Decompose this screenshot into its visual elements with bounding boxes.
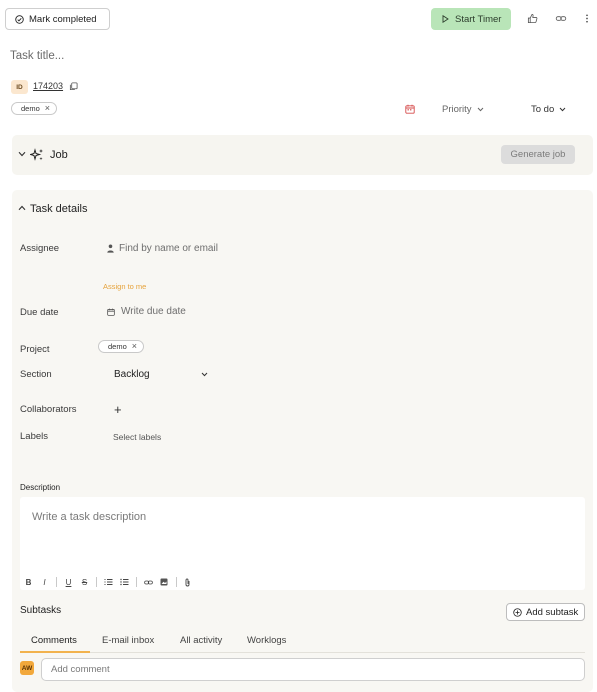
generate-job-button[interactable]: Generate job (501, 145, 575, 164)
description-label: Description (20, 483, 61, 492)
toolbar-divider (56, 577, 57, 587)
start-timer-button[interactable]: Start Timer (431, 8, 511, 30)
thumbs-up-icon[interactable] (527, 13, 539, 25)
ordered-list-icon[interactable] (104, 578, 113, 586)
job-heading: Job (50, 149, 68, 161)
tag-chip[interactable]: demo × (11, 102, 58, 115)
user-icon (107, 244, 114, 253)
status-label: To do (531, 104, 555, 115)
assign-to-me-link[interactable]: Assign to me (103, 282, 146, 291)
task-title-input[interactable]: Task title... (10, 50, 64, 62)
status-select[interactable]: To do (531, 104, 566, 115)
more-vertical-icon[interactable] (584, 13, 596, 25)
calendar-icon (107, 308, 115, 316)
priority-label: Priority (442, 104, 472, 115)
project-label: Project (20, 344, 50, 355)
project-chip[interactable]: demo × (98, 340, 145, 353)
activity-tabs: Comments E-mail inbox All activity Workl… (20, 629, 585, 653)
start-timer-label: Start Timer (455, 13, 502, 25)
add-collaborator-button[interactable]: + (114, 402, 122, 417)
sparkles-icon (30, 148, 44, 162)
tab-comments[interactable]: Comments (31, 635, 77, 646)
calendar-icon[interactable] (405, 104, 416, 115)
priority-select[interactable]: Priority (442, 104, 484, 115)
remove-project-icon[interactable]: × (132, 342, 137, 351)
assignee-label: Assignee (20, 243, 60, 254)
strikethrough-button[interactable]: S (80, 578, 89, 587)
bold-button[interactable]: B (24, 578, 33, 587)
task-details-heading: Task details (30, 203, 88, 215)
collaborators-label: Collaborators (20, 404, 77, 415)
description-toolbar: B I U S (24, 576, 193, 588)
bullet-list-icon[interactable] (120, 578, 129, 586)
id-badge: ID (11, 80, 28, 94)
toolbar-divider (96, 577, 97, 587)
assignee-input[interactable]: Find by name or email (107, 243, 218, 254)
add-subtask-button[interactable]: Add subtask (506, 603, 585, 621)
link-icon[interactable] (555, 13, 567, 25)
add-subtask-label: Add subtask (526, 606, 579, 618)
labels-select[interactable]: Select labels (113, 432, 161, 442)
avatar: AW (20, 661, 34, 675)
chevron-down-icon[interactable] (18, 151, 26, 159)
attachment-icon[interactable] (184, 578, 193, 587)
section-select[interactable]: Backlog (114, 369, 208, 380)
tag-label: demo (21, 104, 40, 113)
project-tag-label: demo (108, 342, 127, 351)
toolbar-divider (176, 577, 177, 587)
underline-button[interactable]: U (64, 578, 73, 587)
plus-circle-icon (513, 607, 522, 617)
due-date-input[interactable]: Write due date (107, 306, 186, 317)
tab-worklogs[interactable]: Worklogs (247, 635, 286, 646)
chevron-down-icon (477, 107, 484, 112)
section-label: Section (20, 369, 52, 380)
due-date-label: Due date (20, 307, 59, 318)
comment-input[interactable]: Add comment (41, 658, 585, 681)
chevron-down-icon (201, 372, 208, 377)
task-id[interactable]: 174203 (33, 81, 63, 91)
image-icon[interactable] (160, 578, 169, 586)
comment-placeholder: Add comment (51, 664, 110, 675)
mark-completed-button[interactable]: Mark completed (5, 8, 110, 30)
remove-tag-icon[interactable]: × (45, 104, 50, 113)
check-circle-icon (15, 14, 24, 24)
italic-button[interactable]: I (40, 578, 49, 587)
chevron-down-icon (559, 107, 566, 112)
link-icon[interactable] (144, 579, 153, 586)
play-icon (442, 15, 449, 23)
section-value: Backlog (114, 369, 150, 380)
tab-email-inbox[interactable]: E-mail inbox (102, 635, 154, 646)
chevron-up-icon[interactable] (18, 205, 26, 213)
assignee-placeholder: Find by name or email (119, 243, 218, 254)
due-date-placeholder: Write due date (121, 306, 186, 317)
mark-completed-label: Mark completed (29, 13, 97, 25)
toolbar-divider (136, 577, 137, 587)
subtasks-heading: Subtasks (20, 605, 62, 616)
copy-icon[interactable] (69, 82, 78, 91)
description-placeholder: Write a task description (32, 511, 147, 523)
tab-all-activity[interactable]: All activity (180, 635, 222, 646)
labels-label: Labels (20, 431, 48, 442)
active-tab-indicator (20, 651, 90, 653)
